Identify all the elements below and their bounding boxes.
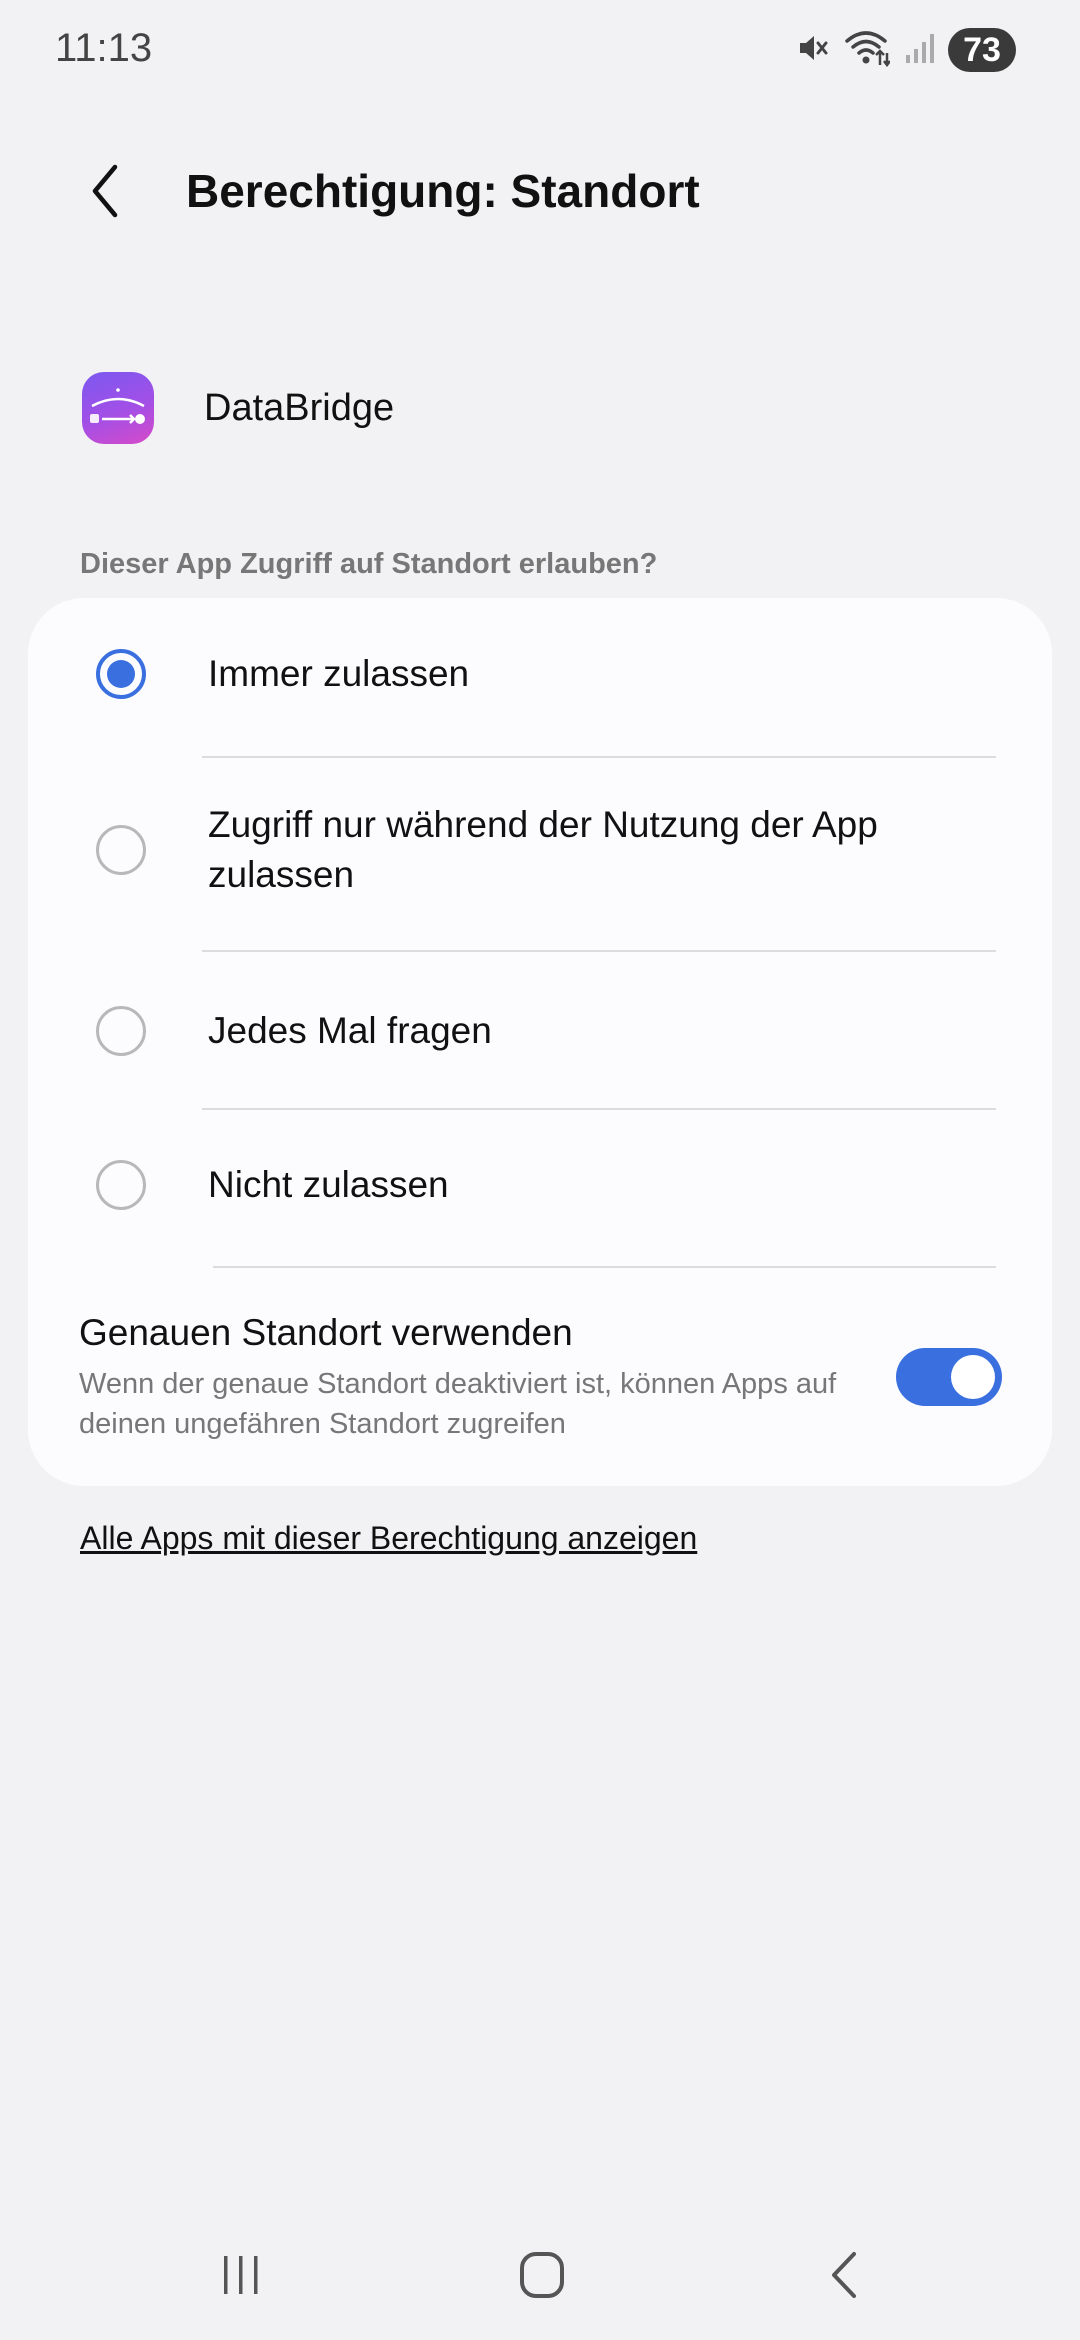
option-always[interactable]: Immer zulassen xyxy=(28,598,1052,758)
home-icon xyxy=(517,2250,567,2305)
app-info-row: DataBridge xyxy=(82,372,394,444)
back-button[interactable] xyxy=(70,158,140,228)
radio-button[interactable] xyxy=(96,1006,146,1056)
radio-button[interactable] xyxy=(96,1160,146,1210)
toggle-knob xyxy=(951,1355,995,1399)
radio-button-selected[interactable] xyxy=(96,649,146,699)
option-label: Nicht zulassen xyxy=(208,1164,449,1205)
option-deny[interactable]: Nicht zulassen xyxy=(28,1110,1052,1268)
back-icon xyxy=(820,2250,870,2305)
battery-icon: 73 xyxy=(948,28,1016,72)
recents-icon xyxy=(216,2250,266,2305)
precise-location-title: Genauen Standort verwenden xyxy=(79,1312,573,1353)
option-label: Immer zulassen xyxy=(208,653,470,694)
option-label: Jedes Mal fragen xyxy=(208,1010,492,1051)
precise-location-toggle[interactable] xyxy=(896,1348,1002,1406)
divider xyxy=(213,1266,996,1268)
chevron-left-icon xyxy=(85,161,125,226)
wifi-icon xyxy=(844,29,891,72)
option-while-using[interactable]: Zugriff nur während der Nutzung der App … xyxy=(28,758,1052,952)
radio-button[interactable] xyxy=(96,825,146,875)
app-header: Berechtigung: Standort xyxy=(0,150,1080,240)
permission-card: Immer zulassen Zugriff nur während der N… xyxy=(28,598,1052,1486)
recents-button[interactable] xyxy=(196,2232,286,2322)
app-name: DataBridge xyxy=(204,386,395,429)
option-label: Zugriff nur während der Nutzung der App … xyxy=(208,804,878,895)
permission-question: Dieser App Zugriff auf Standort erlauben… xyxy=(80,548,658,580)
databridge-app-icon xyxy=(82,372,154,444)
mute-icon xyxy=(796,31,830,70)
status-bar: 11:13 73 xyxy=(0,0,1080,100)
signal-icon xyxy=(904,31,934,70)
status-time: 11:13 xyxy=(55,26,153,70)
precise-location-description: Wenn der genaue Standort deaktiviert ist… xyxy=(79,1368,837,1440)
home-button[interactable] xyxy=(497,2232,587,2322)
all-apps-link[interactable]: Alle Apps mit dieser Berechtigung anzeig… xyxy=(80,1520,697,1557)
nav-back-button[interactable] xyxy=(800,2232,890,2322)
navigation-bar xyxy=(0,2220,1080,2340)
status-icons: 73 xyxy=(796,28,1016,72)
option-ask-every-time[interactable]: Jedes Mal fragen xyxy=(28,952,1052,1110)
page-title: Berechtigung: Standort xyxy=(186,165,700,217)
